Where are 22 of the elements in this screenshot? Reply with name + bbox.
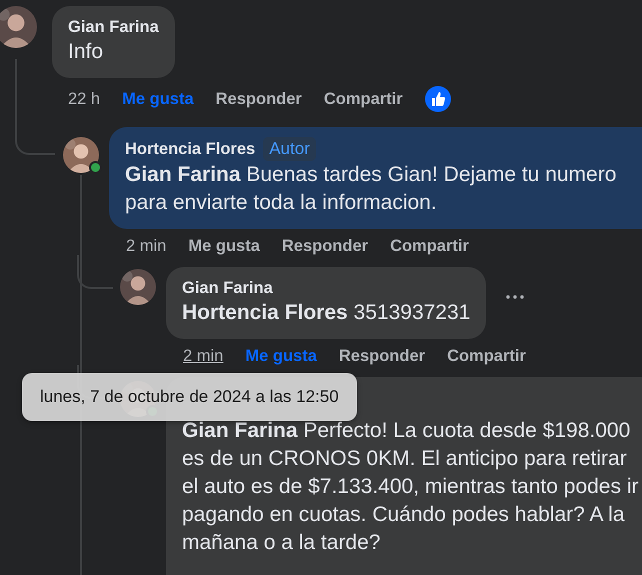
reply-link[interactable]: Responder: [216, 90, 302, 108]
comment-time-link[interactable]: 2 min: [183, 346, 224, 366]
like-link[interactable]: Me gusta: [188, 236, 260, 256]
date-tooltip: lunes, 7 de octubre de 2024 a las 12:50: [22, 373, 357, 421]
author-badge: Autor: [263, 137, 316, 161]
comment-text: Gian Farina Perfecto! La cuota desde $198.000 es de un CRONOS 0KM. El anticipo para retirar el auto es de $7.133.400, mientras tanto podes ir pagando en cuotas. Cuándo podes hablar? A la mañana o a la tarde?: [182, 418, 640, 556]
reply-link[interactable]: Responder: [338, 346, 426, 366]
thumbs-up-icon[interactable]: [424, 86, 451, 112]
more-options-icon[interactable]: [506, 295, 524, 299]
share-link[interactable]: Compartir: [390, 236, 469, 256]
author-name[interactable]: Gian Farina: [182, 277, 273, 299]
share-link[interactable]: Compartir: [324, 90, 403, 108]
comment-text: Gian Farina Buenas tardes Gian! Dejame tu numero para enviarte toda la informacion.: [125, 162, 618, 216]
share-link[interactable]: Compartir: [447, 346, 526, 366]
comment-text: Hortencia Flores 3513937231: [182, 300, 470, 326]
comment-text: Info: [68, 39, 104, 65]
reply-link[interactable]: Responder: [282, 236, 368, 256]
comment-time-link[interactable]: 2 min: [126, 236, 166, 256]
author-name[interactable]: Gian Farina: [68, 16, 159, 38]
reply-connector-line: [77, 255, 113, 289]
comment-time-link[interactable]: 22 h: [68, 90, 100, 108]
author-name[interactable]: Hortencia Flores: [125, 138, 256, 160]
